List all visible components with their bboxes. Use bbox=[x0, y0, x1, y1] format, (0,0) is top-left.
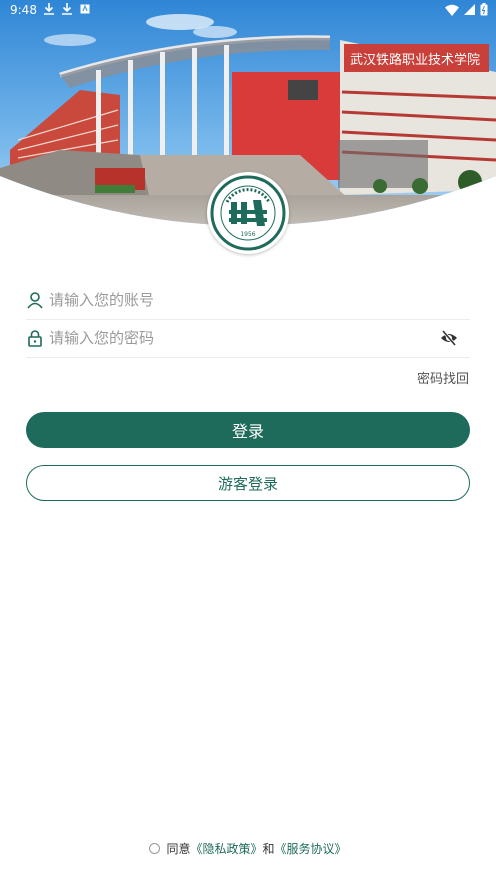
download-icon bbox=[62, 3, 72, 15]
battery-icon bbox=[480, 3, 488, 16]
app-notification-icon bbox=[80, 4, 90, 14]
signal-icon bbox=[464, 3, 475, 15]
password-recover-link[interactable]: 密码找回 bbox=[417, 368, 469, 387]
eye-off-icon[interactable] bbox=[440, 329, 458, 347]
wifi-icon bbox=[445, 4, 459, 16]
lock-icon bbox=[28, 330, 42, 347]
banner-text: 武汉铁路职业技术学院 bbox=[350, 52, 480, 68]
account-field[interactable] bbox=[26, 281, 470, 320]
agreement-row: 同意 《隐私政策》 和 《服务协议》 bbox=[0, 840, 496, 857]
guest-login-button[interactable]: 游客登录 bbox=[26, 465, 470, 501]
logo-year: 1956 bbox=[240, 231, 255, 238]
agreement-radio[interactable] bbox=[149, 843, 161, 854]
password-field[interactable] bbox=[26, 319, 470, 358]
download-icon bbox=[44, 3, 54, 15]
status-time: 9:48 bbox=[10, 3, 37, 17]
account-input[interactable] bbox=[49, 291, 470, 309]
service-agreement-link[interactable]: 《服务协议》 bbox=[275, 840, 347, 857]
password-input[interactable] bbox=[49, 329, 470, 347]
notification-icons bbox=[44, 3, 90, 15]
login-button[interactable]: 登录 bbox=[26, 412, 470, 448]
privacy-policy-link[interactable]: 《隐私政策》 bbox=[190, 840, 262, 857]
user-icon bbox=[27, 292, 43, 309]
school-logo: 1956 bbox=[207, 172, 289, 254]
agreement-prefix: 同意 bbox=[166, 842, 191, 856]
system-icons bbox=[445, 3, 488, 16]
status-bar: 9:48 bbox=[0, 0, 496, 22]
agreement-connector: 和 bbox=[262, 842, 275, 856]
